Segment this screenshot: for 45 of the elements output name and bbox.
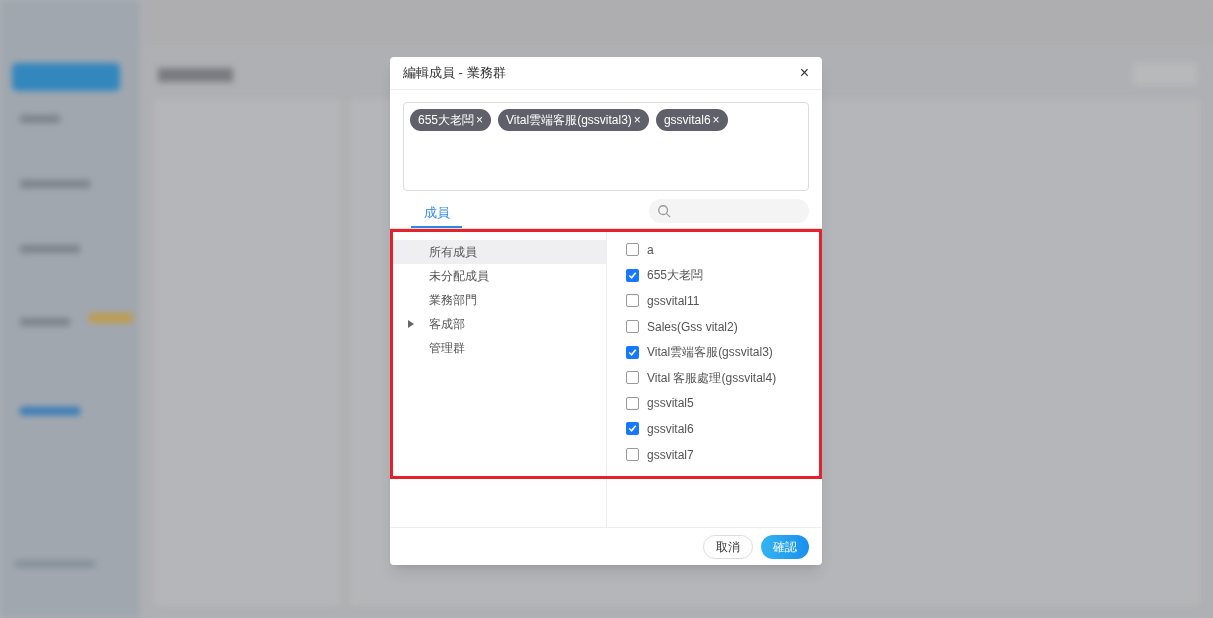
member-tag: Vital雲端客服(gssvital3) ×: [498, 109, 649, 131]
member-checkbox[interactable]: [626, 396, 639, 410]
cancel-button[interactable]: 取消: [703, 534, 753, 559]
member-label: Sales(Gss vital2): [647, 318, 738, 336]
dialog-title: 編輯成員 - 業務群: [403, 64, 506, 83]
member-checkbox[interactable]: [626, 294, 639, 308]
member-tag: 655大老闆 ×: [410, 109, 492, 131]
member-label: a: [647, 241, 654, 259]
remove-tag-button[interactable]: ×: [476, 111, 484, 129]
member-label: Vital雲端客服(gssvital3): [647, 344, 773, 362]
member-checkbox[interactable]: [626, 243, 639, 257]
remove-tag-button[interactable]: ×: [633, 111, 641, 129]
group-item[interactable]: 管理群: [393, 336, 606, 360]
member-checkbox[interactable]: [626, 320, 639, 334]
tab[interactable]: 成員: [411, 200, 462, 228]
search-field[interactable]: [649, 199, 809, 223]
member-label: gssvital11: [647, 293, 700, 310]
close-button[interactable]: ×: [799, 65, 809, 81]
selected-members-field[interactable]: 655大老闆 × Vital雲端客服(gssvital3) × gssvital6 ×: [403, 102, 809, 191]
check-icon: [628, 424, 637, 434]
group-label: 業務部門: [429, 292, 477, 309]
member-checkbox[interactable]: [626, 268, 639, 282]
check-icon: [628, 270, 637, 280]
group-item[interactable]: 未分配成員: [393, 264, 606, 288]
group-item[interactable]: 所有成員: [393, 240, 606, 264]
member-label: gssvital5: [647, 395, 694, 413]
search-icon: [657, 204, 671, 218]
group-label: 未分配成員: [429, 268, 489, 285]
group-label: 管理群: [429, 340, 465, 357]
check-icon: [628, 347, 637, 357]
member-label: gssvital7: [647, 446, 694, 464]
group-label: 所有成員: [429, 244, 477, 261]
member-tag: gssvital6 ×: [655, 109, 728, 131]
group-item[interactable]: 業務部門: [393, 288, 606, 312]
member-checkbox[interactable]: [626, 422, 639, 436]
remove-tag-button[interactable]: ×: [712, 111, 720, 129]
member-checkbox[interactable]: [626, 345, 639, 359]
member-label: 655大老闆: [647, 267, 704, 285]
group-item[interactable]: 客成部: [393, 312, 606, 336]
member-label: Vital 客服處理(gssvital4): [647, 369, 777, 387]
group-label: 客成部: [429, 316, 465, 333]
member-checkbox[interactable]: [626, 448, 639, 462]
expand-caret-icon[interactable]: [408, 320, 414, 328]
member-label: gssvital6: [647, 420, 694, 438]
member-checkbox[interactable]: [626, 371, 639, 385]
